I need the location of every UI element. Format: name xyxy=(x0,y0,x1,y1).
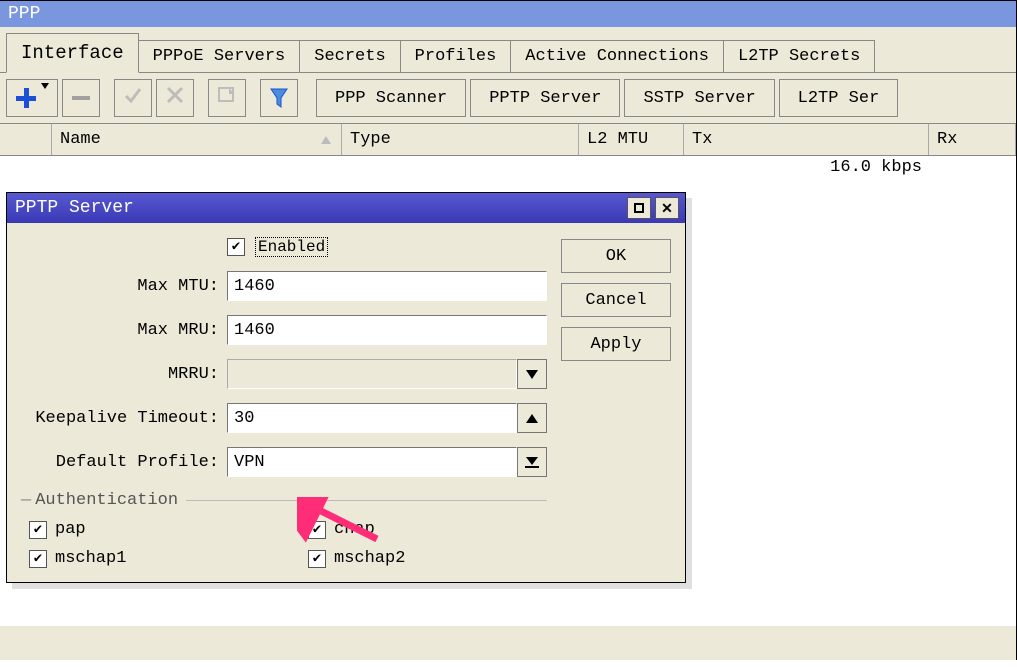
mrru-label: MRRU: xyxy=(21,365,227,384)
toolbar: PPP Scanner PPTP Server SSTP Server L2TP… xyxy=(0,73,1016,124)
pptp-server-dialog: PPTP Server ✕ ✔ Enabled Max MTU: Max MRU… xyxy=(6,192,686,583)
sort-asc-icon xyxy=(321,136,331,144)
column-type[interactable]: Type xyxy=(342,124,579,155)
comment-button[interactable] xyxy=(208,79,246,117)
max-mru-label: Max MRU: xyxy=(21,321,227,340)
row-tx-value: 16.0 kbps xyxy=(722,158,922,177)
square-icon xyxy=(634,203,644,213)
keepalive-label: Keepalive Timeout: xyxy=(21,409,227,428)
disable-button[interactable] xyxy=(156,79,194,117)
window-title: PPP xyxy=(0,1,1016,27)
auth-mschap2-checkbox[interactable]: ✔ xyxy=(308,550,326,568)
triangle-down-icon xyxy=(526,370,538,379)
remove-button[interactable] xyxy=(62,79,100,117)
filter-button[interactable] xyxy=(260,79,298,117)
ppp-scanner-button[interactable]: PPP Scanner xyxy=(316,79,466,117)
enable-button[interactable] xyxy=(114,79,152,117)
column-rx[interactable]: Rx xyxy=(929,124,1016,155)
column-tx[interactable]: Tx xyxy=(684,124,929,155)
plus-icon xyxy=(15,87,37,109)
keepalive-input[interactable] xyxy=(227,403,517,433)
note-icon xyxy=(217,85,237,111)
close-button[interactable]: ✕ xyxy=(655,197,679,219)
mrru-expand-button[interactable] xyxy=(517,359,547,389)
l2tp-server-button[interactable]: L2TP Ser xyxy=(779,79,899,117)
default-profile-label: Default Profile: xyxy=(21,453,227,472)
max-mtu-input[interactable] xyxy=(227,271,547,301)
x-icon xyxy=(166,86,184,110)
tab-l2tp-secrets[interactable]: L2TP Secrets xyxy=(723,40,875,72)
add-button[interactable] xyxy=(6,79,58,117)
auth-group-label: —Authentication xyxy=(21,491,547,510)
dialog-buttons: OK Cancel Apply xyxy=(561,239,671,568)
triangle-up-icon xyxy=(526,414,538,423)
auth-pap-label: pap xyxy=(55,520,86,539)
checkmark-icon: ✔ xyxy=(232,240,240,254)
enabled-label: Enabled xyxy=(255,237,328,257)
keepalive-collapse-button[interactable] xyxy=(517,403,547,433)
auth-mschap1-label: mschap1 xyxy=(55,549,126,568)
check-icon xyxy=(123,85,143,111)
tab-profiles[interactable]: Profiles xyxy=(400,40,512,72)
minimize-button[interactable] xyxy=(627,197,651,219)
grid-header: Name Type L2 MTU Tx Rx xyxy=(0,124,1016,156)
auth-chap-checkbox[interactable]: ✔ xyxy=(308,521,326,539)
dialog-titlebar[interactable]: PPTP Server ✕ xyxy=(7,193,685,223)
funnel-icon xyxy=(269,87,289,109)
close-icon: ✕ xyxy=(661,200,673,217)
apply-button[interactable]: Apply xyxy=(561,327,671,361)
pptp-server-button[interactable]: PPTP Server xyxy=(470,79,620,117)
mrru-input[interactable] xyxy=(227,359,517,389)
tab-secrets[interactable]: Secrets xyxy=(299,40,400,72)
ok-button[interactable]: OK xyxy=(561,239,671,273)
column-blank[interactable] xyxy=(0,124,52,155)
column-l2mtu[interactable]: L2 MTU xyxy=(579,124,684,155)
dropdown-bar-icon xyxy=(525,457,539,468)
auth-pap-checkbox[interactable]: ✔ xyxy=(29,521,47,539)
default-profile-input[interactable] xyxy=(227,447,517,477)
default-profile-dropdown-button[interactable] xyxy=(517,447,547,477)
dialog-form: ✔ Enabled Max MTU: Max MRU: MRRU: Keepal… xyxy=(21,237,547,568)
tab-pppoe-servers[interactable]: PPPoE Servers xyxy=(138,40,301,72)
column-name[interactable]: Name xyxy=(52,124,342,155)
dropdown-arrow-icon xyxy=(41,89,49,108)
cancel-button[interactable]: Cancel xyxy=(561,283,671,317)
sstp-server-button[interactable]: SSTP Server xyxy=(624,79,774,117)
max-mru-input[interactable] xyxy=(227,315,547,345)
auth-mschap2-label: mschap2 xyxy=(334,549,405,568)
tabs: Interface PPPoE Servers Secrets Profiles… xyxy=(0,27,1016,73)
tab-interface[interactable]: Interface xyxy=(6,33,139,73)
max-mtu-label: Max MTU: xyxy=(21,277,227,296)
dialog-title: PPTP Server xyxy=(15,198,134,218)
auth-mschap1-checkbox[interactable]: ✔ xyxy=(29,550,47,568)
minus-icon xyxy=(72,96,90,100)
tab-active-connections[interactable]: Active Connections xyxy=(510,40,724,72)
enabled-checkbox[interactable]: ✔ xyxy=(227,238,245,256)
auth-chap-label: chap xyxy=(334,520,375,539)
